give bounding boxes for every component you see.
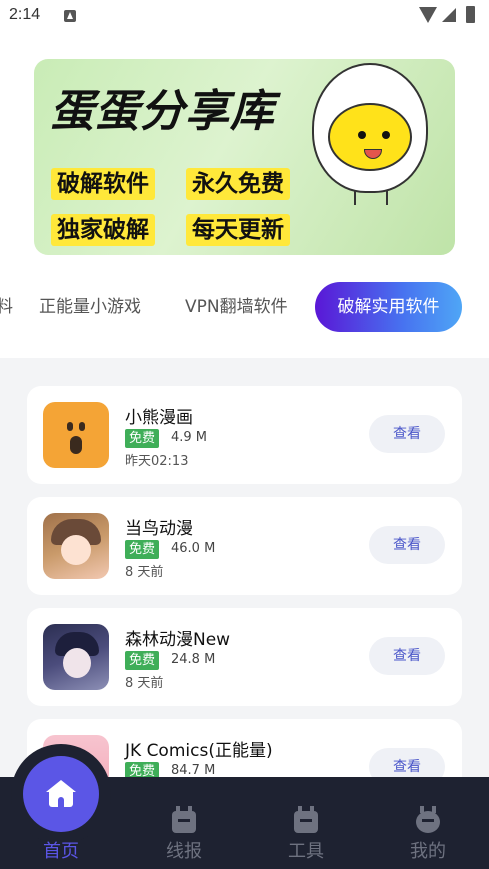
free-badge: 免费	[125, 651, 160, 670]
toolbox-icon[interactable]	[294, 806, 318, 833]
notification-icon	[64, 10, 76, 22]
box-icon[interactable]	[172, 806, 196, 833]
bottom-nav: 首页 线报 工具 我的	[0, 744, 489, 869]
nav-home-label[interactable]: 首页	[31, 837, 91, 863]
app-updated: 昨天02:13	[125, 454, 189, 469]
banner-tag: 独家破解	[51, 214, 155, 246]
wifi-icon	[419, 7, 437, 23]
tab-cracked-software[interactable]: 破解实用软件	[315, 282, 462, 332]
view-button[interactable]: 查看	[369, 637, 445, 675]
list-item[interactable]: 小熊漫画 免费 4.9 M 昨天02:13 查看	[27, 386, 462, 484]
tab-vpn[interactable]: VPN翻墙软件	[185, 282, 288, 332]
home-icon	[46, 780, 76, 808]
signal-icon	[442, 8, 456, 22]
tab-games[interactable]: 正能量小游戏	[39, 282, 141, 332]
view-button[interactable]: 查看	[369, 526, 445, 564]
banner-tag: 破解软件	[51, 168, 155, 200]
app-name: 当鸟动漫	[125, 519, 193, 539]
battery-icon	[466, 6, 475, 23]
app-name: 小熊漫画	[125, 408, 193, 428]
promo-banner[interactable]: 蛋蛋分享库 破解软件 永久免费 独家破解 每天更新	[34, 59, 455, 255]
app-updated: 8 天前	[125, 676, 164, 691]
app-size: 24.8 M	[171, 652, 216, 667]
status-bar: 2:14	[0, 0, 489, 32]
app-size: 84.7 M	[171, 763, 216, 778]
free-badge: 免费	[125, 429, 160, 448]
anime-girl-icon	[43, 513, 109, 579]
app-list: 小熊漫画 免费 4.9 M 昨天02:13 查看 当鸟动漫 免费 46.0 M …	[0, 358, 489, 817]
anime-boy-icon	[43, 624, 109, 690]
nav-tools-label[interactable]: 工具	[276, 837, 336, 863]
banner-tag: 每天更新	[186, 214, 290, 246]
app-name: 森林动漫New	[125, 630, 231, 650]
view-button[interactable]: 查看	[369, 415, 445, 453]
nav-home-button[interactable]	[23, 756, 99, 832]
list-item[interactable]: 森林动漫New 免费 24.8 M 8 天前 查看	[27, 608, 462, 706]
tab-partial[interactable]: 料	[0, 282, 13, 332]
app-name: JK Comics(正能量)	[125, 741, 273, 761]
nav-news-label[interactable]: 线报	[154, 837, 214, 863]
egg-mascot-icon	[312, 63, 428, 205]
bear-icon	[43, 402, 109, 468]
app-updated: 8 天前	[125, 565, 164, 580]
banner-title: 蛋蛋分享库	[50, 86, 275, 137]
banner-tag: 永久免费	[186, 168, 290, 200]
app-size: 46.0 M	[171, 541, 216, 556]
nav-mine-label[interactable]: 我的	[398, 837, 458, 863]
status-time: 2:14	[9, 6, 41, 23]
free-badge: 免费	[125, 540, 160, 559]
app-size: 4.9 M	[171, 430, 208, 445]
category-tabs: 料 正能量小游戏 VPN翻墙软件 破解实用软件	[0, 282, 489, 332]
list-item[interactable]: 当鸟动漫 免费 46.0 M 8 天前 查看	[27, 497, 462, 595]
profile-icon[interactable]	[416, 806, 440, 833]
